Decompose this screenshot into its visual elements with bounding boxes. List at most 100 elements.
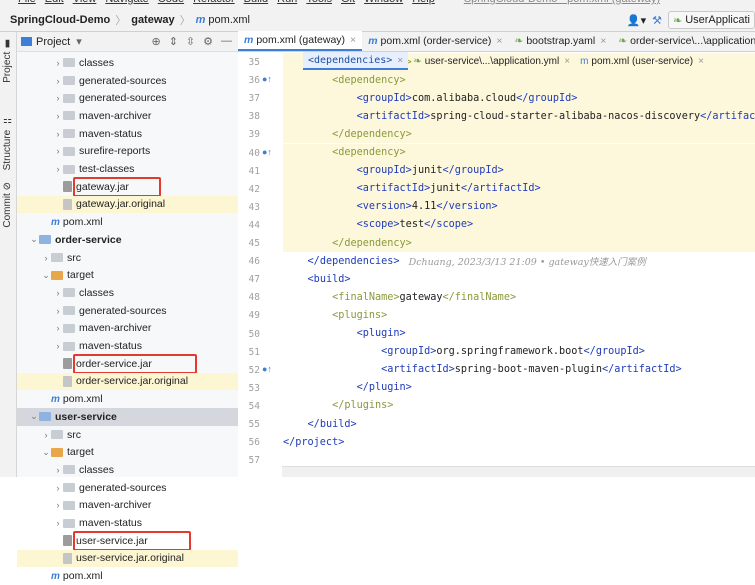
tree-item[interactable]: ⌄ target <box>17 266 238 284</box>
breadcrumb-project[interactable]: SpringCloud-Demo <box>10 14 110 26</box>
tree-item[interactable]: › maven-archiver <box>17 107 238 125</box>
maven-icon: m <box>195 13 206 26</box>
tree-item[interactable]: m pom.xml <box>17 390 238 408</box>
menu-item-file[interactable]: File <box>18 0 36 5</box>
tree-item[interactable]: › classes <box>17 54 238 72</box>
chevron-icon[interactable]: › <box>53 518 63 528</box>
menu-item-view[interactable]: View <box>73 0 97 5</box>
chevron-icon[interactable]: › <box>53 465 63 475</box>
tree-item[interactable]: m pom.xml <box>17 213 238 231</box>
tree-item[interactable]: order-service.jar.original <box>17 372 238 391</box>
menu-item-navigate[interactable]: Navigate <box>105 0 148 5</box>
line-number: 48 <box>248 292 260 304</box>
tree-item[interactable]: m pom.xml <box>17 567 238 585</box>
editor-tab[interactable]: m pom.xml (order-service) × <box>362 31 508 51</box>
tree-item[interactable]: › maven-archiver <box>17 320 238 338</box>
code-area[interactable]: </dependency> <dependency> <groupId>com.… <box>283 52 755 477</box>
menu-item-refactor[interactable]: Refactor <box>193 0 235 5</box>
tree-item[interactable]: › maven-status <box>17 514 238 532</box>
maven-icon: m <box>368 35 378 47</box>
tree-item[interactable]: › maven-archiver <box>17 497 238 515</box>
run-config-selector[interactable]: ❧ UserApplicati <box>667 11 755 29</box>
menu-item-run[interactable]: Run <box>277 0 297 5</box>
editor-tab[interactable]: ❧ bootstrap.yaml × <box>509 31 613 51</box>
menu-item-tools[interactable]: Tools <box>306 0 332 5</box>
gutter-marker-icon[interactable]: ●↑ <box>262 147 272 157</box>
chevron-icon[interactable]: › <box>53 58 63 68</box>
menu-item-help[interactable]: Help <box>412 0 435 5</box>
close-icon[interactable]: × <box>397 55 403 66</box>
chevron-icon[interactable]: › <box>53 129 63 139</box>
project-tool-button[interactable]: Project ▮ <box>2 38 13 83</box>
expand-all-icon[interactable]: ⇕ <box>169 35 178 48</box>
tree-item[interactable]: › generated-sources <box>17 302 238 320</box>
chevron-icon[interactable]: › <box>53 306 63 316</box>
chevron-icon[interactable]: › <box>53 483 63 493</box>
tree-item[interactable]: › generated-sources <box>17 89 238 107</box>
close-icon[interactable]: × <box>496 35 502 47</box>
code-token: <plugin> <box>356 328 406 340</box>
editor-tab[interactable]: ❧ user-service\...\application.yml × <box>408 52 575 70</box>
editor-tab[interactable]: <dependencies> × <box>303 52 409 70</box>
chevron-icon[interactable]: › <box>53 146 63 156</box>
chevron-icon[interactable]: ⌄ <box>29 411 39 422</box>
chevron-icon[interactable]: › <box>53 288 63 298</box>
locate-icon[interactable]: ⊕ <box>151 35 160 48</box>
chevron-icon[interactable]: ⌄ <box>41 270 51 281</box>
tree-item[interactable]: › generated-sources <box>17 479 238 497</box>
code-line: <artifactId> junit </artifactId> <box>283 179 755 198</box>
menu-item-edit[interactable]: Edit <box>45 0 64 5</box>
close-icon[interactable]: × <box>698 56 704 67</box>
user-icon[interactable]: 👤▾ <box>627 14 646 27</box>
tree-item[interactable]: user-service.jar.original <box>17 549 238 568</box>
menu-item-build[interactable]: Build <box>244 0 268 5</box>
editor-tab[interactable]: m pom.xml (user-service) × <box>575 52 709 70</box>
tree-item[interactable]: gateway.jar.original <box>17 195 238 214</box>
chevron-down-icon[interactable]: ▾ <box>76 35 82 48</box>
chevron-icon[interactable]: ⌄ <box>29 234 39 245</box>
chevron-icon[interactable]: › <box>53 164 63 174</box>
menu-item-window[interactable]: Window <box>364 0 403 5</box>
chevron-icon[interactable]: › <box>41 253 51 263</box>
gutter-marker-icon[interactable]: ●↑ <box>262 74 272 84</box>
chevron-icon[interactable]: › <box>53 500 63 510</box>
tree-item[interactable]: › src <box>17 426 238 444</box>
editor-tab[interactable]: ❧order-service\...\application.yml× <box>612 31 755 51</box>
tree-item[interactable]: › maven-status <box>17 125 238 143</box>
close-icon[interactable]: × <box>564 56 570 67</box>
tree-item[interactable]: › surefire-reports <box>17 143 238 161</box>
chevron-icon[interactable]: › <box>41 430 51 440</box>
project-view-selector[interactable]: Project <box>36 36 70 48</box>
chevron-icon[interactable]: › <box>53 76 63 86</box>
commit-tool-button[interactable]: Commit ⊘ <box>2 182 13 228</box>
tree-item[interactable]: › generated-sources <box>17 72 238 90</box>
editor-tab[interactable]: m pom.xml (gateway) × <box>238 31 363 51</box>
breadcrumb-file[interactable]: pom.xml <box>208 14 250 26</box>
chevron-icon[interactable]: › <box>53 93 63 103</box>
close-icon[interactable]: × <box>600 35 606 47</box>
chevron-icon[interactable]: › <box>53 323 63 333</box>
menu-item-code[interactable]: Code <box>158 0 184 5</box>
menu-item-git[interactable]: Git <box>341 0 355 5</box>
chevron-icon[interactable]: › <box>53 111 63 121</box>
tree-item[interactable]: › src <box>17 249 238 267</box>
chevron-icon[interactable]: ⌄ <box>41 447 51 458</box>
chevron-icon[interactable]: › <box>53 341 63 351</box>
gear-icon[interactable]: ⚙ <box>203 35 213 48</box>
gutter-marker-icon[interactable]: ●↑ <box>262 364 272 374</box>
breadcrumb-module[interactable]: gateway <box>131 14 174 26</box>
tree-item[interactable]: › test-classes <box>17 160 238 178</box>
minimize-icon[interactable]: — <box>221 35 232 48</box>
tree-item[interactable]: ⌄ user-service <box>17 408 238 426</box>
code-token: <dependency> <box>332 74 406 86</box>
tree-item[interactable]: › maven-status <box>17 337 238 355</box>
tree-item[interactable]: › classes <box>17 461 238 479</box>
tree-item[interactable]: ⌄ target <box>17 443 238 461</box>
close-icon[interactable]: × <box>350 34 356 46</box>
hammer-icon[interactable]: ⚒ <box>652 14 662 27</box>
tree-item[interactable]: ⌄ order-service <box>17 231 238 249</box>
tree-item[interactable]: › classes <box>17 284 238 302</box>
structure-tool-button[interactable]: Structure ⚏ <box>2 116 13 170</box>
collapse-all-icon[interactable]: ⇳ <box>186 35 195 48</box>
